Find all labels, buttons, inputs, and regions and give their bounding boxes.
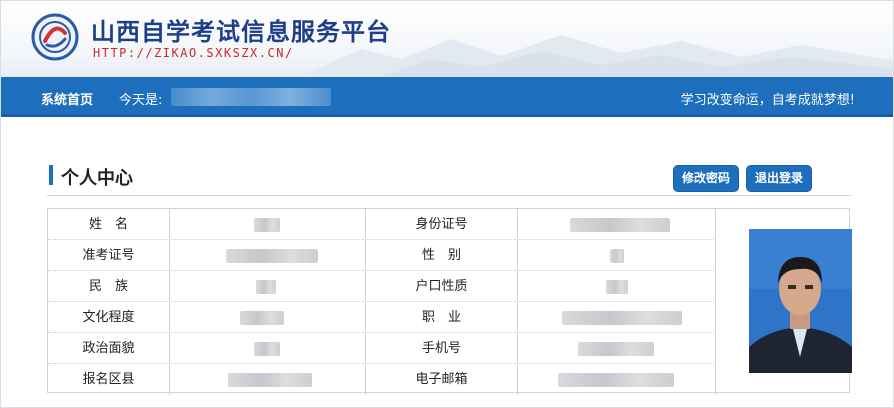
value-id-number-redacted bbox=[518, 209, 716, 240]
value-phone-redacted bbox=[518, 333, 716, 364]
site-url: HTTP://ZIKAO.SXKSZX.CN/ bbox=[93, 46, 294, 60]
page: 山西自学考试信息服务平台 HTTP://ZIKAO.SXKSZX.CN/ 系统首… bbox=[0, 0, 894, 408]
value-email-redacted bbox=[518, 364, 716, 395]
label-email: 电子邮箱 bbox=[366, 364, 518, 395]
label-phone: 手机号 bbox=[366, 333, 518, 364]
value-occupation-redacted bbox=[518, 302, 716, 333]
profile-table: 姓 名 身份证号 准考证号 性 别 民 族 户口性质 文化程度 职 业 政治面貌… bbox=[47, 208, 852, 395]
value-household-type-redacted bbox=[518, 271, 716, 302]
value-name-redacted bbox=[170, 209, 366, 240]
table-row: 报名区县 电子邮箱 bbox=[48, 364, 716, 395]
label-district: 报名区县 bbox=[48, 364, 170, 395]
today-date-redacted bbox=[171, 88, 331, 106]
label-exam-number: 准考证号 bbox=[48, 240, 170, 271]
table-row: 文化程度 职 业 bbox=[48, 302, 716, 333]
id-photo-image bbox=[749, 229, 852, 373]
section-accent-bar bbox=[49, 165, 53, 185]
site-title: 山西自学考试信息服务平台 bbox=[91, 18, 391, 46]
label-name: 姓 名 bbox=[48, 209, 170, 240]
value-education-redacted bbox=[170, 302, 366, 333]
photo-cell bbox=[716, 209, 852, 392]
nav-home-link[interactable]: 系统首页 bbox=[41, 89, 93, 108]
value-district-redacted bbox=[170, 364, 366, 395]
label-id-number: 身份证号 bbox=[366, 209, 518, 240]
label-occupation: 职 业 bbox=[366, 302, 518, 333]
value-exam-number-redacted bbox=[170, 240, 366, 271]
table-row: 民 族 户口性质 bbox=[48, 271, 716, 302]
section-divider bbox=[47, 195, 852, 196]
table-row: 政治面貌 手机号 bbox=[48, 333, 716, 364]
personal-center-panel: 个人中心 修改密码 退出登录 姓 名 身份证号 准考证号 性 别 民 族 户口性… bbox=[17, 125, 879, 407]
label-ethnicity: 民 族 bbox=[48, 271, 170, 302]
section-title: 个人中心 bbox=[61, 168, 133, 189]
nav-slogan: 学习改变命运，自考成就梦想! bbox=[680, 93, 855, 108]
change-password-button[interactable]: 修改密码 bbox=[673, 165, 740, 192]
label-political-status: 政治面貌 bbox=[48, 333, 170, 364]
table-row: 姓 名 身份证号 bbox=[48, 209, 716, 240]
value-gender-redacted bbox=[518, 240, 716, 271]
today-label: 今天是: bbox=[119, 93, 163, 108]
exam-logo-icon bbox=[31, 13, 79, 61]
label-gender: 性 别 bbox=[366, 240, 518, 271]
label-household-type: 户口性质 bbox=[366, 271, 518, 302]
value-ethnicity-redacted bbox=[170, 271, 366, 302]
logout-button[interactable]: 退出登录 bbox=[746, 165, 813, 192]
site-header: 山西自学考试信息服务平台 HTTP://ZIKAO.SXKSZX.CN/ bbox=[1, 1, 893, 77]
table-row: 准考证号 性 别 bbox=[48, 240, 716, 271]
top-nav-bar: 系统首页 今天是: 学习改变命运，自考成就梦想! bbox=[1, 77, 893, 117]
label-education: 文化程度 bbox=[48, 302, 170, 333]
value-political-status-redacted bbox=[170, 333, 366, 364]
